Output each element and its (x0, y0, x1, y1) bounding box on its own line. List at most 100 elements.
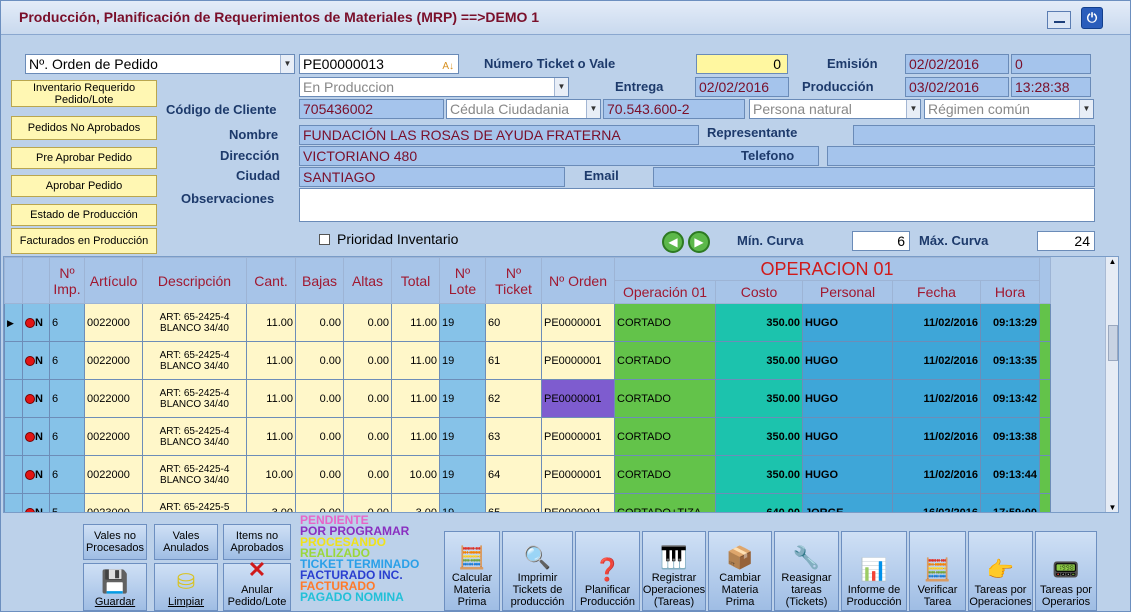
codigo-field[interactable]: 705436002 (299, 99, 444, 119)
persona-select[interactable]: Persona natural ▼ (749, 99, 921, 119)
toolbar-button-5[interactable]: 📦 Cambiar Materia Prima (708, 531, 772, 611)
ticket-cell[interactable]: 61 (485, 341, 542, 380)
orden-cell[interactable]: PE0000001 (541, 379, 615, 418)
row-indicator[interactable]: ▶ (4, 303, 23, 342)
toolbar-button-4[interactable]: 🎹 Registrar Operaciones (Tareas) (642, 531, 706, 611)
toolbar-button-9[interactable]: 👉 Tareas por Operaciones (968, 531, 1033, 611)
personal-cell[interactable]: HUGO (802, 379, 893, 418)
fecha-cell[interactable]: 11/02/2016 (892, 455, 981, 494)
personal-cell[interactable]: HUGO (802, 303, 893, 342)
hora-cell[interactable]: 09:13:44 (980, 455, 1040, 494)
col-header-total[interactable]: Total (391, 257, 440, 304)
toolbar-button-10[interactable]: 📟 Tareas por Operarios (1035, 531, 1097, 611)
grid-vertical-scrollbar[interactable]: ▲ ▼ (1105, 257, 1118, 512)
scrollbar-thumb[interactable] (1108, 325, 1118, 361)
costo-cell[interactable]: 350.00 (715, 455, 803, 494)
on-cell[interactable]: N (22, 303, 50, 342)
altas-cell[interactable]: 0.00 (343, 303, 392, 342)
toolbar-button-3[interactable]: ❓ Planificar Producción (575, 531, 640, 611)
altas-cell[interactable]: 0.00 (343, 341, 392, 380)
col-header-fecha[interactable]: Fecha (892, 280, 981, 304)
personal-cell[interactable]: HUGO (802, 341, 893, 380)
table-row[interactable]: N 6 0022000 ART: 65-2425-4 BLANCO 34/40 10.0… (4, 455, 1051, 494)
ticket-cell[interactable]: 65 (485, 493, 542, 512)
costo-cell[interactable]: 350.00 (715, 379, 803, 418)
status-select[interactable]: En Produccion ▼ (299, 77, 569, 97)
articulo-cell[interactable]: 0022000 (84, 379, 143, 418)
total-cell[interactable]: 11.00 (391, 303, 440, 342)
regimen-select[interactable]: Régimen común ▼ (924, 99, 1094, 119)
personal-cell[interactable]: HUGO (802, 417, 893, 456)
telefono-field[interactable] (827, 146, 1095, 166)
altas-cell[interactable]: 0.00 (343, 493, 392, 512)
vales-no-procesados-button[interactable]: Vales no Procesados (83, 524, 147, 560)
on-cell[interactable]: N (22, 379, 50, 418)
fecha-cell[interactable]: 16/02/2016 (892, 493, 981, 512)
ticket-cell[interactable]: 60 (485, 303, 542, 342)
hora-cell[interactable]: 09:13:35 (980, 341, 1040, 380)
altas-cell[interactable]: 0.00 (343, 455, 392, 494)
extra-cell[interactable] (1039, 417, 1051, 456)
imp-cell[interactable]: 6 (49, 341, 85, 380)
articulo-cell[interactable]: 0022000 (84, 303, 143, 342)
toolbar-button-6[interactable]: 🔧 Reasignar tareas (Tickets) (774, 531, 839, 611)
row-indicator[interactable] (4, 455, 23, 494)
representante-field[interactable] (853, 125, 1095, 145)
col-header-hora[interactable]: Hora (980, 280, 1040, 304)
entrega-date-field[interactable]: 02/02/2016 (695, 77, 789, 97)
emision-extra-field[interactable]: 0 (1011, 54, 1091, 74)
imp-cell[interactable]: 6 (49, 303, 85, 342)
descripcion-cell[interactable]: ART: 65-2425-5 BLANCO 41/44 (142, 493, 247, 512)
search-type-select[interactable]: Nº. Orden de Pedido ▼ (25, 54, 295, 74)
articulo-cell[interactable]: 0023000 (84, 493, 143, 512)
bajas-cell[interactable]: 0.00 (295, 455, 344, 494)
orden-cell[interactable]: PE0000001 (541, 493, 615, 512)
aprobar-pedido-button[interactable]: Aprobar Pedido (11, 175, 157, 197)
minimize-button[interactable] (1047, 11, 1071, 29)
produccion-time-field[interactable]: 13:28:38 (1011, 77, 1091, 97)
scroll-up-icon[interactable]: ▲ (1106, 257, 1118, 266)
col-header-descripcion[interactable]: Descripción (142, 257, 247, 304)
power-close-icon[interactable]: ⏻ (1081, 7, 1103, 29)
imp-cell[interactable]: 6 (49, 379, 85, 418)
operacion-cell[interactable]: CORTADO+TIZA (614, 493, 716, 512)
ticket-cell[interactable]: 64 (485, 455, 542, 494)
extra-cell[interactable] (1039, 341, 1051, 380)
inventario-requerido-button[interactable]: Inventario Requerido Pedido/Lote (11, 80, 157, 107)
lote-cell[interactable]: 19 (439, 417, 486, 456)
col-header-bajas[interactable]: Bajas (295, 257, 344, 304)
hora-cell[interactable]: 09:13:42 (980, 379, 1040, 418)
personal-cell[interactable]: JORGE (802, 493, 893, 512)
col-header-ticket[interactable]: Nº Ticket (485, 257, 542, 304)
order-number-input[interactable]: PE00000013 A↓ (299, 54, 459, 74)
limpiar-button[interactable]: ⛁ Limpiar (154, 563, 218, 611)
descripcion-cell[interactable]: ART: 65-2425-4 BLANCO 34/40 (142, 417, 247, 456)
hora-cell[interactable]: 09:13:29 (980, 303, 1040, 342)
cant-cell[interactable]: 3.00 (246, 493, 296, 512)
table-row[interactable]: ▶ N 6 0022000 ART: 65-2425-4 BLANCO 34/40 11.… (4, 303, 1051, 342)
table-row[interactable]: N50023000ART: 65-2425-5 BLANCO 41/443.00… (4, 493, 1051, 512)
cant-cell[interactable]: 11.00 (246, 341, 296, 380)
orden-cell[interactable]: PE0000001 (541, 303, 615, 342)
personal-cell[interactable]: HUGO (802, 455, 893, 494)
fecha-cell[interactable]: 11/02/2016 (892, 341, 981, 380)
guardar-button[interactable]: 💾 Guardar (83, 563, 147, 611)
items-no-aprobados-button[interactable]: Items no Aprobados (223, 524, 291, 560)
altas-cell[interactable]: 0.00 (343, 379, 392, 418)
costo-cell[interactable]: 350.00 (715, 303, 803, 342)
on-cell[interactable]: N (22, 493, 50, 512)
hora-cell[interactable]: 17:59:00 (980, 493, 1040, 512)
doc-number-field[interactable]: 70.543.600-2 (603, 99, 745, 119)
col-header-articulo[interactable]: Artículo (84, 257, 143, 304)
extra-cell[interactable] (1039, 493, 1051, 512)
fecha-cell[interactable]: 11/02/2016 (892, 303, 981, 342)
descripcion-cell[interactable]: ART: 65-2425-4 BLANCO 34/40 (142, 455, 247, 494)
altas-cell[interactable]: 0.00 (343, 417, 392, 456)
bajas-cell[interactable]: 0.00 (295, 303, 344, 342)
col-header-altas[interactable]: Altas (343, 257, 392, 304)
ticket-cell[interactable]: 63 (485, 417, 542, 456)
col-header-personal[interactable]: Personal (802, 280, 893, 304)
bajas-cell[interactable]: 0.00 (295, 493, 344, 512)
prev-arrow-icon[interactable]: ◀ (662, 231, 684, 253)
cant-cell[interactable]: 10.00 (246, 455, 296, 494)
